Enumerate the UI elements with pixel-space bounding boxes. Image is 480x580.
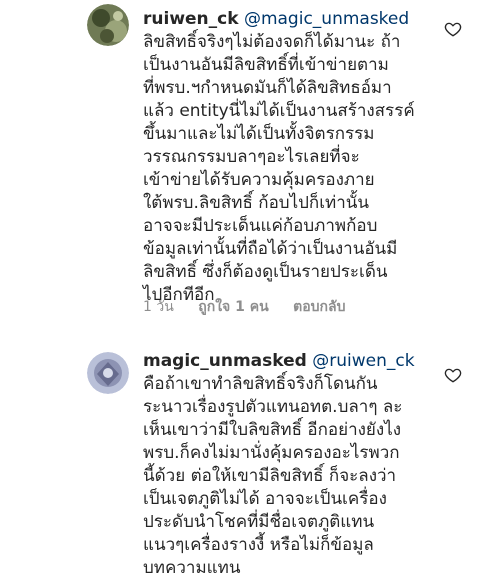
comment-line: พรบ.ก็คงไม่มานั่งคุ้มครองอะไรพวก — [143, 443, 400, 463]
avatar[interactable] — [87, 4, 129, 46]
comment-text: magic_unmasked @ruiwen_ck คือถ้าเขาทำลิข… — [143, 350, 433, 580]
comment-line: วรรณกรรมบลาๆอะไรเลยที่จะ — [143, 147, 360, 167]
comment-mention[interactable]: @ruiwen_ck — [312, 351, 414, 371]
comment-line: เป็นเจตภูติไม่ได้ อาจจะเป็นเครื่อง — [143, 489, 387, 509]
comment-line: อาจจะมีประเด็นแค่ก้อบภาพก้อบ — [143, 216, 378, 236]
comment-line: ลิขสิทธิ์ ซึ่งก็ต้องดูเป็นรายประเด็น — [143, 262, 388, 282]
comment-magic-unmasked: magic_unmasked @ruiwen_ck คือถ้าเขาทำลิข… — [0, 338, 480, 578]
reply-button[interactable]: ตอบกลับ — [293, 299, 345, 315]
comment-line: นี้ด้วย ต่อให้เขามีลิขสิทธิ์ ก็จะลงว่า — [143, 466, 397, 486]
comment-line: ประดับนำโชคที่มีชื่อเจตภูติแทน — [143, 512, 375, 532]
comment-likes[interactable]: ถูกใจ 1 คน — [198, 299, 268, 315]
comment-line: คือถ้าเขาทำลิขสิทธิ์จริงก็โดนกัน — [143, 374, 378, 394]
comment-mention[interactable]: @magic_unmasked — [244, 9, 409, 29]
comment-line: แล้ว entityนี่ไม่ได้เป็นงานสร้างสรรค์ — [143, 101, 415, 121]
heart-outline-icon[interactable] — [444, 366, 462, 384]
comment-line: บทความแทน — [143, 558, 241, 578]
comment-line: แนวๆเครื่องรางงี้ หรือไม่ก็ข้อมูล — [143, 535, 374, 555]
comment-line: เป็นงานอันมีลิขสิทธิ์ที่เข้าข่ายตาม — [143, 55, 389, 75]
comment-line: ลิขสิทธิ์จริงๆไม่ต้องจดก็ได้มานะ ถ้า — [143, 32, 401, 52]
comment-text: ruiwen_ck @magic_unmasked ลิขสิทธิ์จริงๆ… — [143, 8, 433, 307]
heart-outline-icon[interactable] — [444, 20, 462, 38]
comment-username[interactable]: magic_unmasked — [143, 351, 307, 371]
comment-time[interactable]: 1 วัน — [143, 299, 174, 315]
comment-line: ที่พรบ.ฯกำหนดมันก็ได้ลิขสิทธอ์มา — [143, 78, 392, 98]
comment-username[interactable]: ruiwen_ck — [143, 9, 239, 29]
comment-line: เห็นเขาว่ามีใบลิขสิทธิ์ อีกอย่างยังไง — [143, 420, 402, 440]
comment-line: ขึ้นมาและไม่ได้เป็นทั้งจิตรกรรม — [143, 124, 375, 144]
comment-line: ข้อมูลเท่านั้นที่ถือได้ว่าเป็นงานอันมี — [143, 239, 398, 259]
comment-line: ระนาวเรื่องรูปตัวแทนอทต.บลาๆ ละ — [143, 397, 403, 417]
avatar[interactable] — [87, 352, 129, 394]
comment-ruiwen-ck: ruiwen_ck @magic_unmasked ลิขสิทธิ์จริงๆ… — [0, 0, 480, 330]
comment-line: ใต้พรบ.ลิขสิทธิ์ ก้อบไปก็เท่านั้น — [143, 193, 370, 213]
comment-line: เข้าข่ายได้รับความคุ้มครองภาย — [143, 170, 375, 190]
comment-meta: 1 วัน ถูกใจ 1 คน ตอบกลับ — [143, 296, 365, 318]
